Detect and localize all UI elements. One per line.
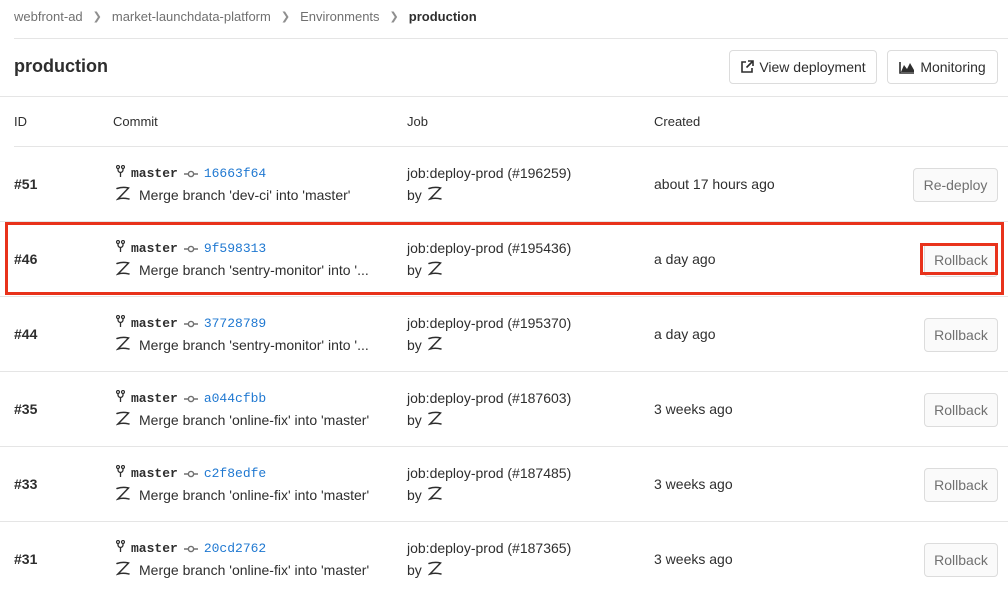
- breadcrumb: webfront-ad ❯ market-launchdata-platform…: [14, 8, 477, 24]
- job-link[interactable]: job:deploy-prod (#195370): [407, 315, 571, 331]
- user-avatar-icon[interactable]: [427, 336, 442, 354]
- table-row: #44 master 37728789 Merge branch 'sentry-mo…: [0, 297, 1008, 372]
- rollback-button[interactable]: Rollback: [924, 468, 998, 502]
- job-link[interactable]: job:deploy-prod (#187365): [407, 540, 571, 556]
- job-by-label: by: [407, 187, 422, 203]
- deployment-id: #31: [14, 551, 38, 567]
- created-time: 3 weeks ago: [654, 551, 733, 567]
- user-avatar-icon[interactable]: [115, 561, 130, 579]
- commit-message-link[interactable]: Merge branch 'online-fix' into 'master': [139, 487, 369, 503]
- deployment-id: #51: [14, 176, 38, 192]
- job-by-label: by: [407, 562, 422, 578]
- created-time: about 17 hours ago: [654, 176, 775, 192]
- branch-link[interactable]: master: [131, 166, 178, 181]
- column-header-job: Job: [407, 114, 428, 129]
- commit-sha-link[interactable]: 9f598313: [204, 241, 266, 256]
- user-avatar-icon[interactable]: [427, 561, 442, 579]
- commit-sha-link[interactable]: 16663f64: [204, 166, 266, 181]
- column-header-id: ID: [14, 114, 27, 129]
- job-by-label: by: [407, 262, 422, 278]
- branch-icon: [115, 164, 126, 181]
- breadcrumb-project-link[interactable]: market-launchdata-platform: [112, 9, 271, 24]
- column-header-created: Created: [654, 114, 701, 129]
- commit-icon: [183, 241, 198, 256]
- deployment-id: #33: [14, 476, 38, 492]
- deployment-id: #46: [14, 251, 38, 267]
- user-avatar-icon[interactable]: [427, 261, 442, 279]
- commit-message-link[interactable]: Merge branch 'online-fix' into 'master': [139, 562, 369, 578]
- user-avatar-icon[interactable]: [115, 411, 130, 429]
- monitoring-label: Monitoring: [920, 59, 986, 75]
- commit-icon: [183, 541, 198, 556]
- divider: [0, 96, 1008, 97]
- commit-message-link[interactable]: Merge branch 'dev-ci' into 'master': [139, 187, 350, 203]
- created-time: 3 weeks ago: [654, 401, 733, 417]
- breadcrumb-environments-link[interactable]: Environments: [300, 9, 379, 24]
- created-time: a day ago: [654, 326, 716, 342]
- commit-icon: [183, 466, 198, 481]
- page-title: production: [14, 56, 108, 76]
- user-avatar-icon[interactable]: [115, 336, 130, 354]
- breadcrumb-current: production: [408, 8, 477, 24]
- table-row: #33 master c2f8edfe Merge branch 'online-fi…: [0, 447, 1008, 522]
- table-row: #31 master 20cd2762 Merge branch 'online-fi…: [0, 522, 1008, 593]
- redeploy-button[interactable]: Re-deploy: [913, 168, 998, 202]
- column-header-commit: Commit: [113, 114, 158, 129]
- branch-icon: [115, 239, 126, 256]
- deployment-id: #44: [14, 326, 38, 342]
- view-deployment-button[interactable]: View deployment: [729, 50, 877, 84]
- branch-link[interactable]: master: [131, 541, 178, 556]
- user-avatar-icon[interactable]: [115, 486, 130, 504]
- commit-sha-link[interactable]: c2f8edfe: [204, 466, 266, 481]
- job-link[interactable]: job:deploy-prod (#187485): [407, 465, 571, 481]
- created-time: 3 weeks ago: [654, 476, 733, 492]
- job-by-label: by: [407, 337, 422, 353]
- job-link[interactable]: job:deploy-prod (#196259): [407, 165, 571, 181]
- commit-message-link[interactable]: Merge branch 'sentry-monitor' into '...: [139, 262, 369, 278]
- commit-message-link[interactable]: Merge branch 'online-fix' into 'master': [139, 412, 369, 428]
- table-row: #51 master 16663f64 Merge branch 'dev-ci' i…: [0, 147, 1008, 222]
- chevron-right-icon: ❯: [92, 10, 102, 23]
- job-link[interactable]: job:deploy-prod (#187603): [407, 390, 571, 406]
- branch-icon: [115, 389, 126, 406]
- breadcrumb-group-link[interactable]: webfront-ad: [14, 9, 83, 24]
- view-deployment-label: View deployment: [759, 59, 866, 75]
- job-by-label: by: [407, 412, 422, 428]
- external-link-icon: [741, 60, 755, 73]
- rollback-button[interactable]: Rollback: [924, 318, 998, 352]
- branch-icon: [115, 464, 126, 481]
- rollback-button[interactable]: Rollback: [924, 393, 998, 427]
- commit-message-link[interactable]: Merge branch 'sentry-monitor' into '...: [139, 337, 369, 353]
- branch-icon: [115, 539, 126, 556]
- area-chart-icon: [899, 61, 915, 74]
- created-time: a day ago: [654, 251, 716, 267]
- branch-link[interactable]: master: [131, 241, 178, 256]
- commit-icon: [183, 391, 198, 406]
- chevron-right-icon: ❯: [389, 10, 399, 23]
- job-link[interactable]: job:deploy-prod (#195436): [407, 240, 571, 256]
- chevron-right-icon: ❯: [280, 10, 291, 23]
- branch-icon: [115, 314, 126, 331]
- table-row: #35 master a044cfbb Merge branch 'online-fi…: [0, 372, 1008, 447]
- user-avatar-icon[interactable]: [115, 261, 130, 279]
- user-avatar-icon[interactable]: [427, 486, 442, 504]
- monitoring-button[interactable]: Monitoring: [887, 50, 998, 84]
- divider: [14, 38, 1008, 39]
- commit-sha-link[interactable]: a044cfbb: [204, 391, 266, 406]
- rollback-button[interactable]: Rollback: [924, 243, 998, 277]
- branch-link[interactable]: master: [131, 316, 178, 331]
- user-avatar-icon[interactable]: [115, 186, 130, 204]
- commit-icon: [183, 166, 198, 181]
- rollback-button[interactable]: Rollback: [924, 543, 998, 577]
- table-row: #46 master 9f598313 Merge branch 'sentry-mo…: [0, 222, 1008, 297]
- commit-sha-link[interactable]: 20cd2762: [204, 541, 266, 556]
- user-avatar-icon[interactable]: [427, 411, 442, 429]
- branch-link[interactable]: master: [131, 466, 178, 481]
- branch-link[interactable]: master: [131, 391, 178, 406]
- job-by-label: by: [407, 487, 422, 503]
- deployment-id: #35: [14, 401, 38, 417]
- commit-icon: [183, 316, 198, 331]
- user-avatar-icon[interactable]: [427, 186, 442, 204]
- commit-sha-link[interactable]: 37728789: [204, 316, 266, 331]
